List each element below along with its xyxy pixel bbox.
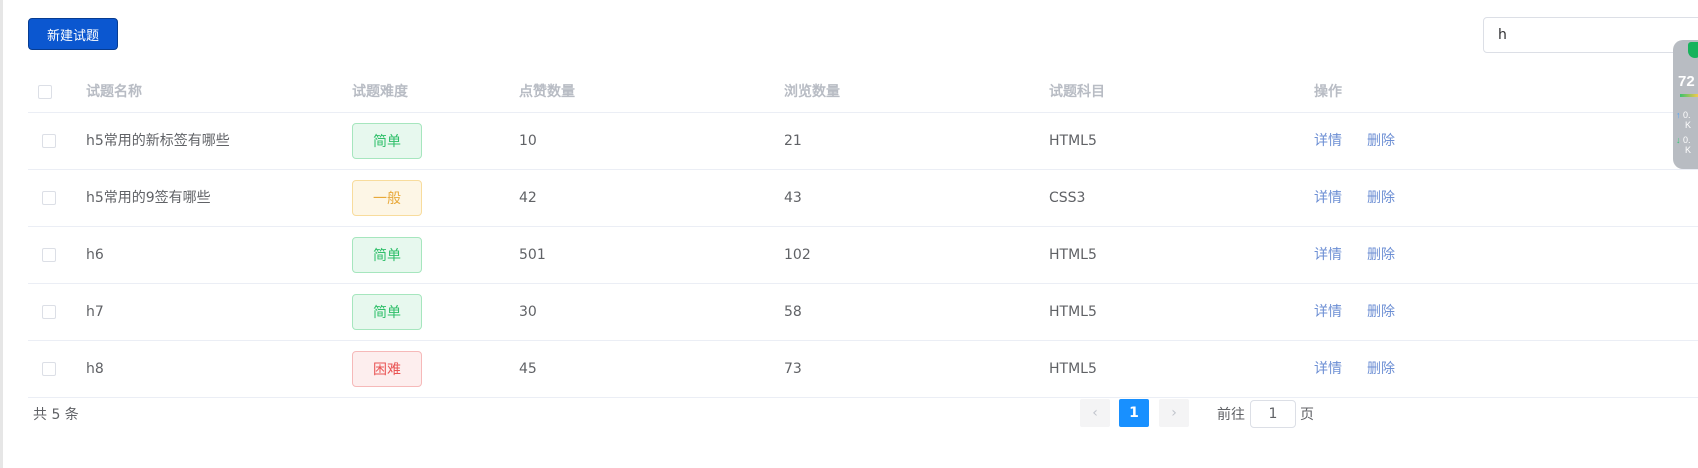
subject: HTML5 — [1049, 304, 1097, 320]
next-page-button[interactable]: › — [1159, 399, 1189, 427]
likes-count: 501 — [519, 247, 546, 263]
download-unit: K — [1685, 145, 1692, 155]
question-name: h6 — [86, 247, 104, 263]
row-checkbox[interactable] — [42, 248, 56, 262]
header-likes: 点赞数量 — [519, 84, 575, 100]
table-row: h8 困难 45 73 HTML5 详情 删除 — [28, 341, 1698, 398]
download-arrow-icon: ↓ — [1676, 135, 1681, 145]
delete-link[interactable]: 删除 — [1367, 341, 1395, 398]
likes-count: 45 — [519, 361, 537, 377]
detail-link[interactable]: 详情 — [1314, 170, 1342, 227]
question-name: h5常用的9签有哪些 — [86, 190, 211, 206]
table-row: h6 简单 501 102 HTML5 详情 删除 — [28, 227, 1698, 284]
difficulty-tag: 简单 — [352, 294, 422, 330]
shield-icon — [1688, 42, 1698, 58]
difficulty-tag: 简单 — [352, 237, 422, 273]
difficulty-tag: 简单 — [352, 123, 422, 159]
views-count: 73 — [784, 361, 802, 377]
goto-suffix: 页 — [1300, 407, 1314, 423]
prev-page-button[interactable]: ‹ — [1080, 399, 1110, 427]
subject: HTML5 — [1049, 247, 1097, 263]
detail-link[interactable]: 详情 — [1314, 341, 1342, 398]
question-table: 试题名称 试题难度 点赞数量 浏览数量 试题科目 操作 h5常用的新标签有哪些 … — [28, 72, 1698, 398]
page-number-1[interactable]: 1 — [1119, 399, 1149, 427]
likes-count: 30 — [519, 304, 537, 320]
goto-label: 前往 — [1217, 407, 1245, 423]
views-count: 102 — [784, 247, 811, 263]
delete-link[interactable]: 删除 — [1367, 170, 1395, 227]
upload-unit: K — [1685, 120, 1692, 130]
upload-arrow-icon: ↑ — [1676, 110, 1681, 120]
row-checkbox[interactable] — [42, 134, 56, 148]
row-checkbox[interactable] — [42, 362, 56, 376]
views-count: 43 — [784, 190, 802, 206]
new-question-button[interactable]: 新建试题 — [28, 18, 118, 50]
question-name: h8 — [86, 361, 104, 377]
header-views: 浏览数量 — [784, 84, 840, 100]
widget-score-bar — [1680, 94, 1698, 97]
row-checkbox[interactable] — [42, 191, 56, 205]
difficulty-tag: 困难 — [352, 351, 422, 387]
widget-score: 72 — [1678, 73, 1695, 90]
header-difficulty: 试题难度 — [352, 84, 408, 100]
goto-page-input[interactable] — [1250, 400, 1296, 428]
difficulty-tag: 一般 — [352, 180, 422, 216]
views-count: 21 — [784, 133, 802, 149]
select-all-checkbox[interactable] — [38, 85, 52, 99]
question-name: h7 — [86, 304, 104, 320]
delete-link[interactable]: 删除 — [1367, 113, 1395, 170]
header-name: 试题名称 — [86, 84, 142, 100]
left-edge-divider — [0, 0, 3, 468]
table-row: h7 简单 30 58 HTML5 详情 删除 — [28, 284, 1698, 341]
table-row: h5常用的9签有哪些 一般 42 43 CSS3 详情 删除 — [28, 170, 1698, 227]
table-row: h5常用的新标签有哪些 简单 10 21 HTML5 详情 删除 — [28, 113, 1698, 170]
likes-count: 10 — [519, 133, 537, 149]
chevron-right-icon: › — [1171, 405, 1177, 421]
detail-link[interactable]: 详情 — [1314, 113, 1342, 170]
likes-count: 42 — [519, 190, 537, 206]
total-count: 共 5 条 — [33, 407, 79, 423]
table-header: 试题名称 试题难度 点赞数量 浏览数量 试题科目 操作 — [28, 72, 1698, 113]
detail-link[interactable]: 详情 — [1314, 284, 1342, 341]
subject: HTML5 — [1049, 133, 1097, 149]
row-checkbox[interactable] — [42, 305, 56, 319]
header-subject: 试题科目 — [1049, 84, 1105, 100]
upload-value: 0. — [1683, 110, 1691, 120]
network-monitor-widget[interactable]: 72 ↑ 0. K ↓ 0. K — [1673, 40, 1698, 169]
header-actions: 操作 — [1314, 84, 1342, 100]
views-count: 58 — [784, 304, 802, 320]
detail-link[interactable]: 详情 — [1314, 227, 1342, 284]
subject: CSS3 — [1049, 190, 1086, 206]
question-name: h5常用的新标签有哪些 — [86, 133, 230, 149]
download-value: 0. — [1683, 135, 1691, 145]
delete-link[interactable]: 删除 — [1367, 284, 1395, 341]
subject: HTML5 — [1049, 361, 1097, 377]
chevron-left-icon: ‹ — [1092, 405, 1098, 421]
delete-link[interactable]: 删除 — [1367, 227, 1395, 284]
search-input[interactable] — [1483, 17, 1698, 53]
